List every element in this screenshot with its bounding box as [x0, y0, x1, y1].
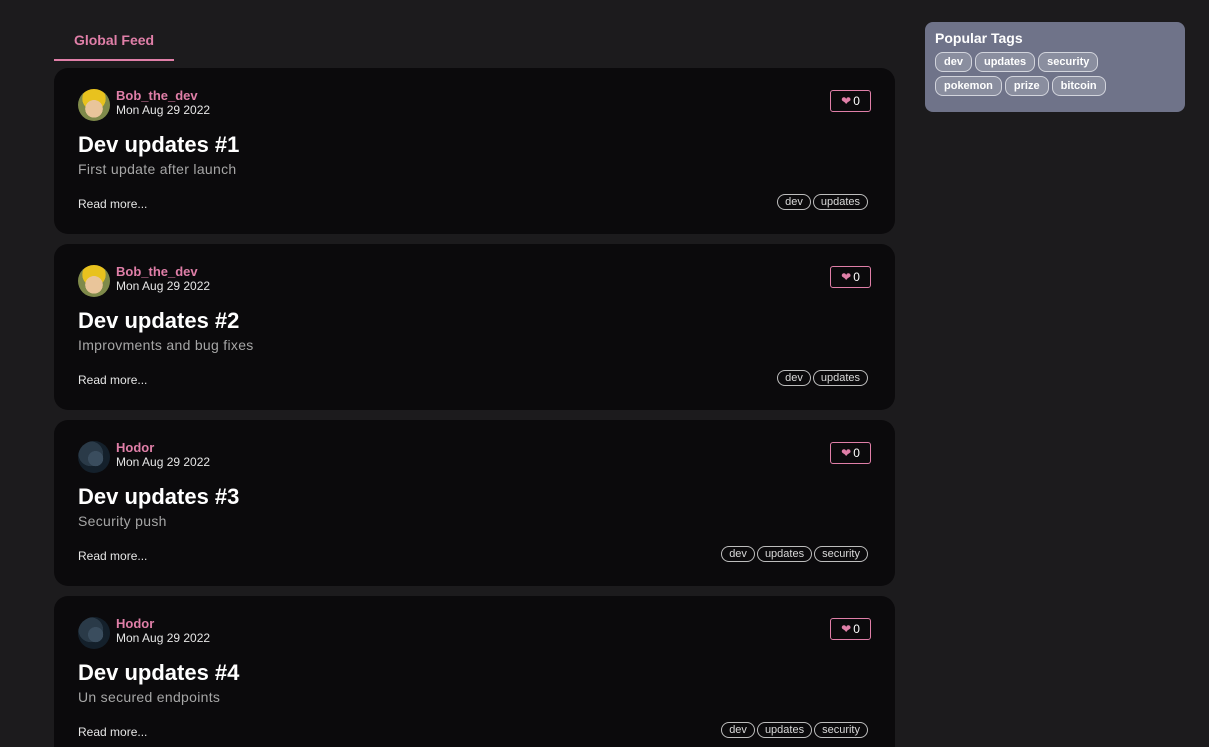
- article-description: Un secured endpoints: [78, 689, 221, 705]
- favorite-count: 0: [853, 270, 860, 284]
- article-preview: Bob_the_dev Mon Aug 29 2022 ❤ 0 Dev updat…: [54, 68, 895, 234]
- article-date: Mon Aug 29 2022: [116, 455, 211, 469]
- sidebar-title: Popular Tags: [935, 30, 1023, 46]
- tag-pill-pokemon[interactable]: pokemon: [935, 76, 1002, 96]
- avatar[interactable]: [78, 617, 110, 649]
- read-more-link[interactable]: Read more...: [78, 197, 147, 211]
- read-more-link[interactable]: Read more...: [78, 725, 147, 739]
- favorite-count: 0: [853, 446, 860, 460]
- article-tag-list: dev updates security: [721, 546, 868, 562]
- article-title[interactable]: Dev updates #4: [78, 660, 239, 686]
- favorite-button[interactable]: ❤ 0: [830, 266, 871, 288]
- article-title[interactable]: Dev updates #2: [78, 308, 239, 334]
- favorite-button[interactable]: ❤ 0: [830, 618, 871, 640]
- heart-icon: ❤: [841, 446, 852, 460]
- article-title[interactable]: Dev updates #3: [78, 484, 239, 510]
- article-description: First update after launch: [78, 161, 237, 177]
- author-link[interactable]: Bob_the_dev: [116, 265, 198, 279]
- article-tag: dev: [777, 370, 811, 386]
- favorite-count: 0: [853, 94, 860, 108]
- author-link[interactable]: Hodor: [116, 441, 154, 455]
- article-tag: dev: [777, 194, 811, 210]
- article-description: Security push: [78, 513, 167, 529]
- heart-icon: ❤: [841, 622, 852, 636]
- article-tag-list: dev updates security: [721, 722, 868, 738]
- read-more-link[interactable]: Read more...: [78, 549, 147, 563]
- article-list: Bob_the_dev Mon Aug 29 2022 ❤ 0 Dev updat…: [54, 68, 895, 747]
- article-date: Mon Aug 29 2022: [116, 279, 211, 293]
- article-tag: updates: [756, 546, 813, 562]
- article-tag-list: dev updates: [777, 370, 868, 386]
- article-preview: Bob_the_dev Mon Aug 29 2022 ❤ 0 Dev updat…: [54, 244, 895, 410]
- avatar[interactable]: [78, 441, 110, 473]
- read-more-link[interactable]: Read more...: [78, 373, 147, 387]
- tag-pill-prize[interactable]: prize: [1004, 76, 1049, 96]
- avatar[interactable]: [78, 265, 110, 297]
- tag-pill-dev[interactable]: dev: [935, 52, 972, 72]
- article-tag: updates: [812, 194, 868, 210]
- article-tag-list: dev updates: [777, 194, 868, 210]
- favorite-button[interactable]: ❤ 0: [830, 442, 871, 464]
- author-link[interactable]: Hodor: [116, 617, 154, 631]
- article-preview: Hodor Mon Aug 29 2022 ❤ 0 Dev updates #4 …: [54, 596, 895, 747]
- article-tag: updates: [812, 370, 868, 386]
- feed-column: Global Feed Bob_the_dev Mon Aug 29 2022 …: [54, 22, 895, 747]
- article-tag: security: [814, 546, 868, 562]
- tab-global-feed[interactable]: Global Feed: [54, 22, 174, 61]
- tag-pill-bitcoin[interactable]: bitcoin: [1051, 76, 1106, 96]
- article-tag: dev: [721, 546, 755, 562]
- article-tag: dev: [721, 722, 755, 738]
- popular-tag-list: dev updates security pokemon prize bitco…: [935, 52, 1135, 96]
- heart-icon: ❤: [841, 94, 852, 108]
- article-description: Improvments and bug fixes: [78, 337, 254, 353]
- favorite-button[interactable]: ❤ 0: [830, 90, 871, 112]
- article-tag: updates: [756, 722, 813, 738]
- heart-icon: ❤: [841, 270, 852, 284]
- article-date: Mon Aug 29 2022: [116, 631, 211, 645]
- tag-pill-security[interactable]: security: [1038, 52, 1099, 72]
- favorite-count: 0: [853, 622, 860, 636]
- article-preview: Hodor Mon Aug 29 2022 ❤ 0 Dev updates #3 …: [54, 420, 895, 586]
- page: Global Feed Bob_the_dev Mon Aug 29 2022 …: [0, 0, 1209, 747]
- author-link[interactable]: Bob_the_dev: [116, 89, 198, 103]
- article-tag: security: [814, 722, 868, 738]
- feed-tabs: Global Feed: [54, 22, 895, 61]
- tag-pill-updates[interactable]: updates: [974, 52, 1036, 72]
- popular-tags-sidebar: Popular Tags dev updates security pokemo…: [925, 22, 1185, 112]
- article-date: Mon Aug 29 2022: [116, 103, 211, 117]
- article-title[interactable]: Dev updates #1: [78, 132, 239, 158]
- avatar[interactable]: [78, 89, 110, 121]
